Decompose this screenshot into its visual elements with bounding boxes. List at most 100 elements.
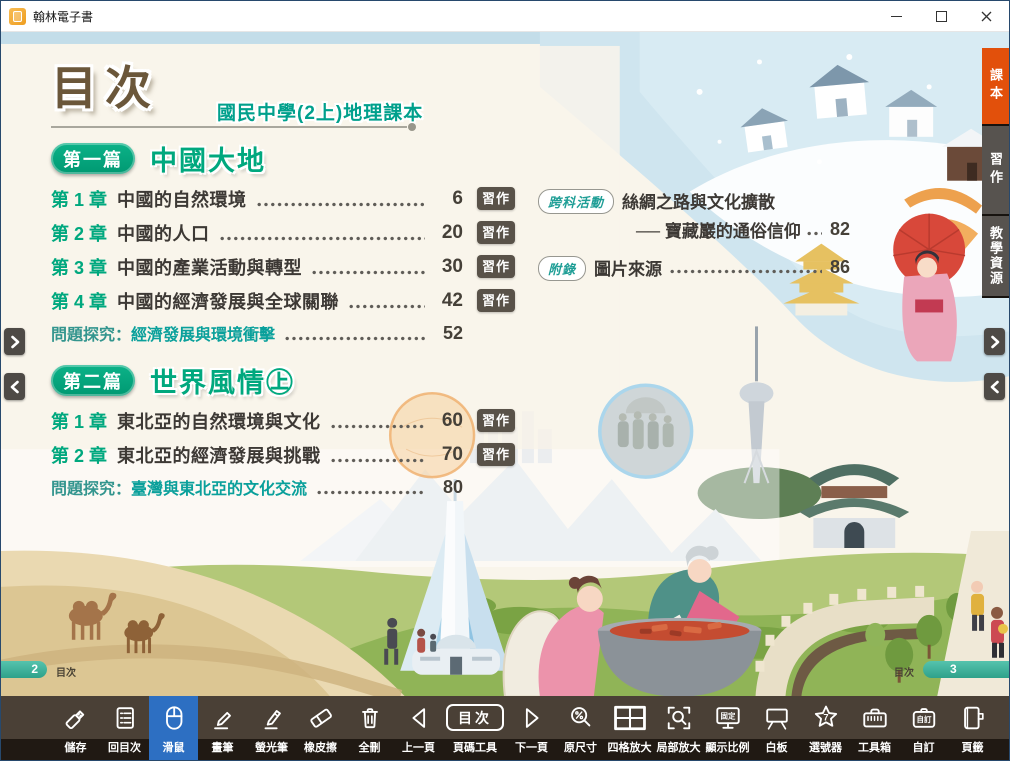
minimize-button[interactable]: [874, 1, 919, 31]
page-number-button[interactable]: 目次: [446, 704, 504, 731]
toc-section-1: 第一篇 中國大地 第 1 章 中國的自然環境 6 習作 第 2 章 中國的人口 …: [51, 142, 463, 348]
chevron-left-icon: [989, 380, 1001, 394]
dotted-leader: [257, 202, 426, 207]
highlighter-icon: [258, 696, 286, 739]
tool-custom[interactable]: 自訂 自訂: [899, 696, 948, 760]
toc-row[interactable]: 第 1 章 中國的自然環境 6 習作: [51, 182, 463, 216]
dotted-leader: [317, 490, 425, 495]
cross-subject-entry[interactable]: 跨科活動 絲綢之路與文化擴散 ── 寶藏巖的通俗信仰 82: [538, 188, 850, 242]
tool-number-picker[interactable]: 7 選號器: [801, 696, 850, 760]
tab-workbook[interactable]: 習作: [982, 126, 1009, 216]
chapter-title: 中國的自然環境: [117, 186, 247, 212]
toc-row[interactable]: 第 4 章 中國的經濟發展與全球關聯 42 習作: [51, 284, 463, 318]
tool-save[interactable]: 儲存: [51, 696, 100, 760]
workbook-badge[interactable]: 習作: [477, 255, 515, 278]
tab-textbook[interactable]: 課本: [982, 48, 1009, 126]
left-edge-forward-button[interactable]: [4, 328, 25, 355]
tool-display-ratio[interactable]: 固定 顯示比例: [703, 696, 752, 760]
left-page-label: 目次: [56, 664, 76, 679]
tool-partial-zoom[interactable]: 局部放大: [654, 696, 703, 760]
window-controls: [874, 1, 1009, 31]
right-edge-back-button[interactable]: [984, 373, 1005, 400]
book-page: 目次 國民中學(2上)地理課本 第一篇 中國大地 第 1 章 中國的自然環境 6…: [1, 32, 1009, 698]
entry-subtitle: ── 寶藏巖的通俗信仰: [636, 217, 801, 242]
tool-eraser[interactable]: 橡皮擦: [296, 696, 345, 760]
workbook-badge[interactable]: 習作: [477, 221, 515, 244]
page-number: 70: [433, 444, 463, 466]
workbook-badge[interactable]: 習作: [477, 443, 515, 466]
left-page-pill: 2: [1, 661, 47, 678]
tool-original-size[interactable]: 原尺寸: [556, 696, 605, 760]
page-number: 30: [433, 256, 463, 278]
four-grid-icon: [613, 696, 647, 739]
explore-label: 問題探究：: [51, 475, 131, 499]
left-edge-back-button[interactable]: [4, 373, 25, 400]
toc-list-icon: [111, 696, 139, 739]
maximize-button[interactable]: [919, 1, 964, 31]
chapter-title: 東北亞的經濟發展與挑戰: [117, 442, 321, 468]
dotted-leader: [331, 424, 426, 429]
tab-teaching-resources[interactable]: 教學資源: [982, 216, 1009, 298]
page-number: 52: [433, 323, 463, 344]
dotted-leader: [312, 270, 425, 275]
window-title: 翰林電子書: [33, 8, 93, 25]
appendix-badge: 附錄: [538, 256, 586, 281]
whiteboard-icon: [763, 696, 791, 739]
chevron-left-icon: [9, 380, 21, 394]
tool-prev-page[interactable]: 上一頁: [394, 696, 443, 760]
dotted-leader: [220, 236, 426, 241]
tool-toolbox[interactable]: 工具箱: [850, 696, 899, 760]
page-number: 80: [433, 477, 463, 498]
svg-text:7: 7: [823, 712, 828, 722]
tool-four-grid-zoom[interactable]: 四格放大: [605, 696, 654, 760]
chapter-number: 第 2 章: [51, 220, 117, 246]
tool-delete-all[interactable]: 全刪: [345, 696, 394, 760]
right-edge-forward-button[interactable]: [984, 328, 1005, 355]
tool-page-tabs[interactable]: 頁籤: [948, 696, 997, 760]
toc-section-2: 第二篇 世界風情㊤ 第 1 章 東北亞的自然環境與文化 60 習作 第 2 章 …: [51, 364, 463, 502]
chapter-number: 第 3 章: [51, 254, 117, 280]
explore-row[interactable]: 問題探究： 經濟發展與環境衝擊 52: [51, 318, 463, 348]
page-number: 20: [433, 222, 463, 244]
page-title: 目次: [51, 52, 159, 118]
monitor-icon: 固定: [714, 696, 742, 739]
page-tab-icon: [959, 696, 987, 739]
tool-next-page[interactable]: 下一頁: [507, 696, 556, 760]
workbook-badge[interactable]: 習作: [477, 409, 515, 432]
close-button[interactable]: [964, 1, 1009, 31]
tool-page-number[interactable]: 目次 頁碼工具: [443, 696, 507, 760]
explore-title: 臺灣與東北亞的文化交流: [131, 475, 307, 499]
toc-row[interactable]: 第 3 章 中國的產業活動與轉型 30 習作: [51, 250, 463, 284]
pen-icon: [209, 696, 237, 739]
toc-row[interactable]: 第 2 章 中國的人口 20 習作: [51, 216, 463, 250]
chapter-number: 第 1 章: [51, 408, 117, 434]
section-badge: 第一篇: [51, 143, 135, 174]
dotted-leader: [285, 336, 425, 341]
toc-row[interactable]: 第 2 章 東北亞的經濟發展與挑戰 70 習作: [51, 438, 463, 472]
app-window: { "window": { "title": "翰林電子書" }, "side_…: [0, 0, 1010, 761]
page-number: 82: [826, 219, 850, 240]
toc-row[interactable]: 第 1 章 東北亞的自然環境與文化 60 習作: [51, 404, 463, 438]
dotted-leader: [331, 458, 426, 463]
tool-back-to-toc[interactable]: 回目次: [100, 696, 149, 760]
page-number: 42: [433, 290, 463, 312]
explore-row[interactable]: 問題探究： 臺灣與東北亞的文化交流 80: [51, 472, 463, 502]
tool-whiteboard[interactable]: 白板: [752, 696, 801, 760]
tool-mouse[interactable]: 滑鼠: [149, 696, 198, 760]
appendix-entry[interactable]: 附錄 圖片來源 86: [538, 255, 850, 281]
entry-title: 絲綢之路與文化擴散: [622, 188, 850, 213]
app-logo-icon: [9, 8, 26, 25]
page-number: 6: [433, 188, 463, 210]
workbook-badge[interactable]: 習作: [477, 187, 515, 210]
usb-drive-icon: [62, 696, 90, 739]
right-page-pill: 3: [923, 661, 1009, 678]
area-zoom-icon: [665, 696, 693, 739]
explore-title: 經濟發展與環境衝擊: [131, 321, 275, 345]
chapter-number: 第 4 章: [51, 288, 117, 314]
tool-pen[interactable]: 畫筆: [198, 696, 247, 760]
side-tabs: 課本 習作 教學資源: [982, 48, 1009, 298]
tool-highlighter[interactable]: 螢光筆: [247, 696, 296, 760]
chevron-right-icon: [989, 335, 1001, 349]
workbook-badge[interactable]: 習作: [477, 289, 515, 312]
photo-circle: [600, 385, 692, 477]
